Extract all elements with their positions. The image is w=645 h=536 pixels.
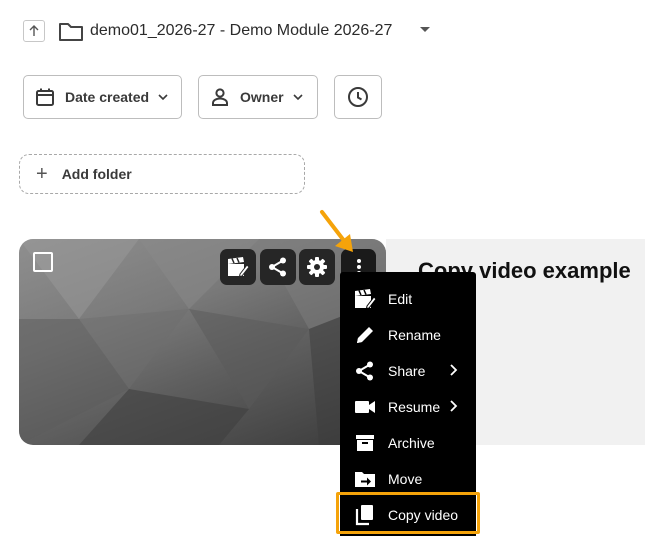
menu-item-label: Move [388,471,423,487]
owner-filter[interactable]: Owner [198,75,318,119]
up-folder-button[interactable] [23,20,45,42]
menu-item-edit[interactable]: Edit [340,281,476,317]
menu-item-rename[interactable]: Rename [340,317,476,353]
menu-item-archive[interactable]: Archive [340,425,476,461]
menu-item-label: Share [388,363,426,379]
chevron-right-icon [450,400,458,412]
breadcrumb-title: demo01_2026-27 - Demo Module 2026-27 [90,22,393,39]
edit-video-icon [228,257,250,278]
edit-video-button[interactable] [220,249,256,285]
share-icon [269,257,286,277]
share-button[interactable] [260,249,296,285]
menu-item-share[interactable]: Share [340,353,476,389]
chevron-down-icon [158,93,168,100]
add-folder-label: Add folder [61,166,132,182]
plus-icon: + [36,163,48,185]
move-folder-icon [355,472,375,487]
menu-item-label: Archive [388,435,435,451]
owner-label: Owner [240,89,284,105]
person-icon [212,88,228,106]
share-icon [356,361,373,381]
arrow-up-icon [29,25,39,36]
history-button[interactable] [334,75,382,119]
chevron-right-icon [450,364,458,376]
copy-video-highlight [336,492,480,534]
annotation-arrow-icon [320,210,353,252]
menu-item-label: Resume [388,399,441,415]
gear-icon [307,257,327,277]
chevron-down-icon [293,93,303,100]
date-created-label: Date created [65,89,150,105]
pencil-icon [357,327,373,343]
clock-icon [348,87,368,107]
video-camera-icon [355,401,375,413]
calendar-icon [36,88,54,106]
select-video-checkbox[interactable] [33,252,53,272]
archive-icon [356,435,374,451]
folder-icon [59,23,83,41]
menu-item-resume[interactable]: Resume [340,389,476,425]
add-folder-button[interactable]: + Add folder [19,154,305,194]
caret-down-icon[interactable] [419,26,431,34]
date-created-filter[interactable]: Date created [23,75,182,119]
edit-video-icon [355,289,377,310]
menu-item-label: Edit [388,291,413,307]
menu-item-label: Rename [388,327,441,343]
